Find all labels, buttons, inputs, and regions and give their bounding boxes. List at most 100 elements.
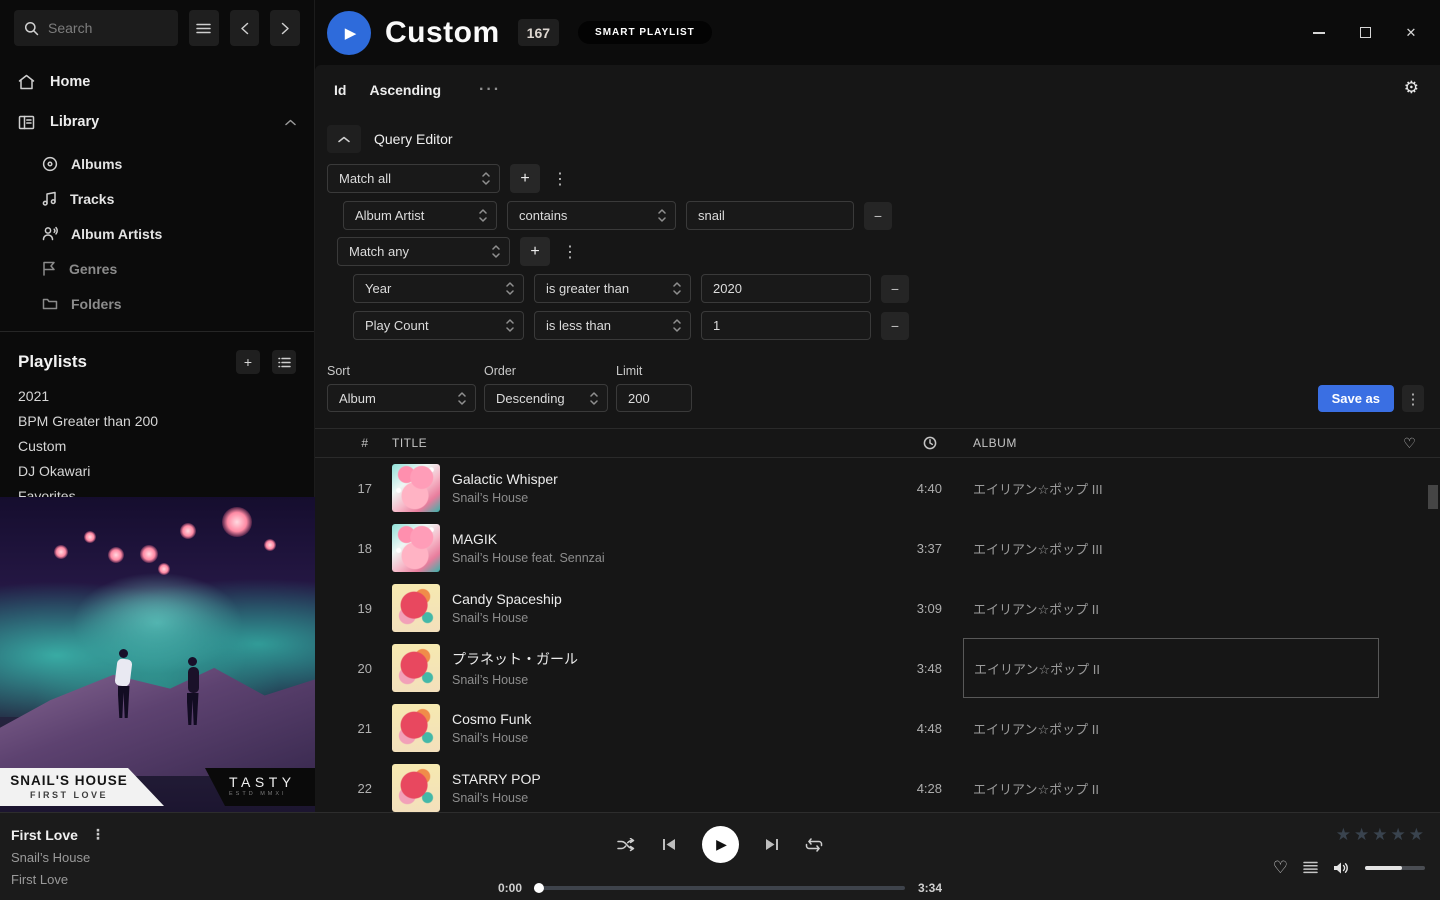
track-album-cell[interactable]: エイリアン☆ポップ III bbox=[963, 458, 1379, 518]
sidebar-item-tracks[interactable]: Tracks bbox=[0, 181, 314, 216]
add-rule-button[interactable]: + bbox=[510, 164, 540, 193]
column-header-album[interactable]: ALBUM bbox=[963, 436, 1379, 450]
rule-operator-select[interactable]: is greater than bbox=[534, 274, 691, 303]
total-time: 3:34 bbox=[918, 881, 942, 895]
track-index: 21 bbox=[315, 721, 380, 736]
track-album-cell[interactable]: エイリアン☆ポップ II bbox=[963, 698, 1379, 758]
table-row[interactable]: 18MAGIKSnail’s House feat. Sennzai3:37エイ… bbox=[315, 518, 1440, 578]
scrollbar-thumb[interactable] bbox=[1428, 485, 1438, 509]
albums-icon bbox=[42, 156, 58, 172]
remove-rule-button[interactable]: − bbox=[881, 275, 909, 303]
add-playlist-button[interactable]: + bbox=[236, 350, 260, 374]
playlist-item[interactable]: DJ Okawari bbox=[18, 459, 296, 484]
menu-button[interactable] bbox=[189, 10, 219, 46]
column-header-title[interactable]: TITLE bbox=[380, 436, 452, 450]
play-playlist-button[interactable]: ▶ bbox=[327, 11, 371, 55]
favorite-button[interactable]: ♡ bbox=[1273, 859, 1288, 876]
group-menu-button[interactable]: ⋮ bbox=[560, 242, 580, 262]
window-close-button[interactable]: ✕ bbox=[1403, 25, 1419, 41]
column-header-number[interactable]: # bbox=[315, 436, 380, 450]
match-type-select[interactable]: Match any bbox=[337, 237, 510, 266]
lantern-shape bbox=[222, 507, 252, 537]
elapsed-time: 0:00 bbox=[498, 881, 522, 895]
nav-back-button[interactable] bbox=[230, 10, 260, 46]
queue-button[interactable] bbox=[1303, 861, 1318, 874]
now-playing-album-art: SNAIL'S HOUSE FIRST LOVE TASTY ESTD MMXI bbox=[0, 497, 315, 812]
track-album-cell[interactable]: エイリアン☆ポップ III bbox=[963, 518, 1379, 578]
rule-field-select[interactable]: Year bbox=[353, 274, 524, 303]
heart-icon[interactable]: ♡ bbox=[1379, 435, 1440, 452]
table-row[interactable]: 20プラネット・ガールSnail’s House3:48エイリアン☆ポップ II bbox=[315, 638, 1440, 698]
seek-bar[interactable] bbox=[535, 886, 905, 890]
rule-value-input[interactable] bbox=[701, 311, 871, 340]
volume-button[interactable] bbox=[1333, 861, 1350, 875]
track-duration: 3:37 bbox=[872, 541, 942, 556]
table-row[interactable]: 19Candy SpaceshipSnail’s House3:09エイリアン☆… bbox=[315, 578, 1440, 638]
sidebar-item-folders[interactable]: Folders bbox=[0, 286, 314, 321]
shuffle-button[interactable] bbox=[617, 838, 636, 852]
track-album-cell[interactable]: エイリアン☆ポップ II bbox=[963, 638, 1379, 698]
rule-field-select[interactable]: Play Count bbox=[353, 311, 524, 340]
folder-icon bbox=[42, 297, 58, 310]
track-thumb-cell bbox=[380, 464, 452, 512]
limit-label: Limit bbox=[616, 364, 692, 378]
track-artist: Snail’s House bbox=[452, 731, 872, 745]
sidebar-item-library[interactable]: Library bbox=[14, 108, 300, 136]
rule-field-select[interactable]: Album Artist bbox=[343, 201, 497, 230]
now-playing-info: First Love ⋮ Snail’s House First Love bbox=[11, 826, 107, 887]
track-thumb-cell bbox=[380, 584, 452, 632]
playlists-title: Playlists bbox=[18, 352, 224, 372]
playlist-item[interactable]: BPM Greater than 200 bbox=[18, 409, 296, 434]
previous-button[interactable] bbox=[662, 838, 676, 851]
track-index: 22 bbox=[315, 781, 380, 796]
sort-field-control[interactable]: Id bbox=[334, 82, 346, 98]
select-arrows-icon bbox=[482, 172, 490, 185]
now-playing-menu-button[interactable]: ⋮ bbox=[89, 826, 107, 843]
repeat-button[interactable] bbox=[805, 838, 823, 852]
gear-icon[interactable]: ⚙ bbox=[1404, 79, 1419, 96]
remove-rule-button[interactable]: − bbox=[881, 312, 909, 340]
rating-stars[interactable]: ★★★★★ bbox=[1336, 825, 1427, 845]
track-album-cell[interactable]: エイリアン☆ポップ II bbox=[963, 578, 1379, 638]
playback-controls: ▶ bbox=[617, 826, 823, 863]
playlist-list-view-button[interactable] bbox=[272, 350, 296, 374]
collapse-query-editor-button[interactable] bbox=[327, 125, 361, 153]
playlist-item[interactable]: 2021 bbox=[18, 384, 296, 409]
nav-forward-button[interactable] bbox=[270, 10, 300, 46]
table-row[interactable]: 17Galactic WhisperSnail’s House4:40エイリアン… bbox=[315, 458, 1440, 518]
rule-operator-select[interactable]: contains bbox=[507, 201, 676, 230]
remove-rule-button[interactable]: − bbox=[864, 202, 892, 230]
query-sort-select[interactable]: Album bbox=[327, 384, 476, 412]
group-menu-button[interactable]: ⋮ bbox=[550, 169, 570, 189]
volume-slider[interactable] bbox=[1365, 866, 1425, 870]
track-thumb-cell bbox=[380, 704, 452, 752]
clock-icon[interactable] bbox=[872, 436, 942, 450]
rule-value-input[interactable] bbox=[701, 274, 871, 303]
query-menu-button[interactable]: ⋮ bbox=[1402, 385, 1424, 412]
sidebar-item-albums[interactable]: Albums bbox=[0, 146, 314, 181]
table-row[interactable]: 21Cosmo FunkSnail’s House4:48エイリアン☆ポップ I… bbox=[315, 698, 1440, 758]
table-row[interactable]: 22STARRY POPSnail’s House4:28エイリアン☆ポップ I… bbox=[315, 758, 1440, 812]
window-minimize-button[interactable] bbox=[1311, 25, 1327, 41]
search-input[interactable] bbox=[14, 10, 178, 46]
window-maximize-button[interactable] bbox=[1357, 25, 1373, 41]
play-pause-button[interactable]: ▶ bbox=[702, 826, 739, 863]
query-editor-title: Query Editor bbox=[374, 131, 453, 147]
select-arrows-icon bbox=[492, 245, 500, 258]
save-as-button[interactable]: Save as bbox=[1318, 385, 1394, 412]
match-type-select[interactable]: Match all bbox=[327, 164, 500, 193]
sidebar-item-home[interactable]: Home bbox=[14, 68, 300, 96]
rule-operator-select[interactable]: is less than bbox=[534, 311, 691, 340]
sidebar-item-genres[interactable]: Genres bbox=[0, 251, 314, 286]
sidebar-item-album-artists[interactable]: Album Artists bbox=[0, 216, 314, 251]
query-limit-input[interactable] bbox=[616, 384, 692, 412]
sort-direction-control[interactable]: Ascending bbox=[369, 82, 441, 98]
add-rule-button[interactable]: + bbox=[520, 237, 550, 266]
next-button[interactable] bbox=[765, 838, 779, 851]
playlist-item[interactable]: Custom bbox=[18, 434, 296, 459]
query-order-select[interactable]: Descending bbox=[484, 384, 608, 412]
more-options-button[interactable]: ··· bbox=[479, 81, 501, 99]
rule-value-input[interactable] bbox=[686, 201, 854, 230]
hamburger-icon bbox=[196, 23, 211, 34]
track-album-cell[interactable]: エイリアン☆ポップ II bbox=[963, 758, 1379, 812]
